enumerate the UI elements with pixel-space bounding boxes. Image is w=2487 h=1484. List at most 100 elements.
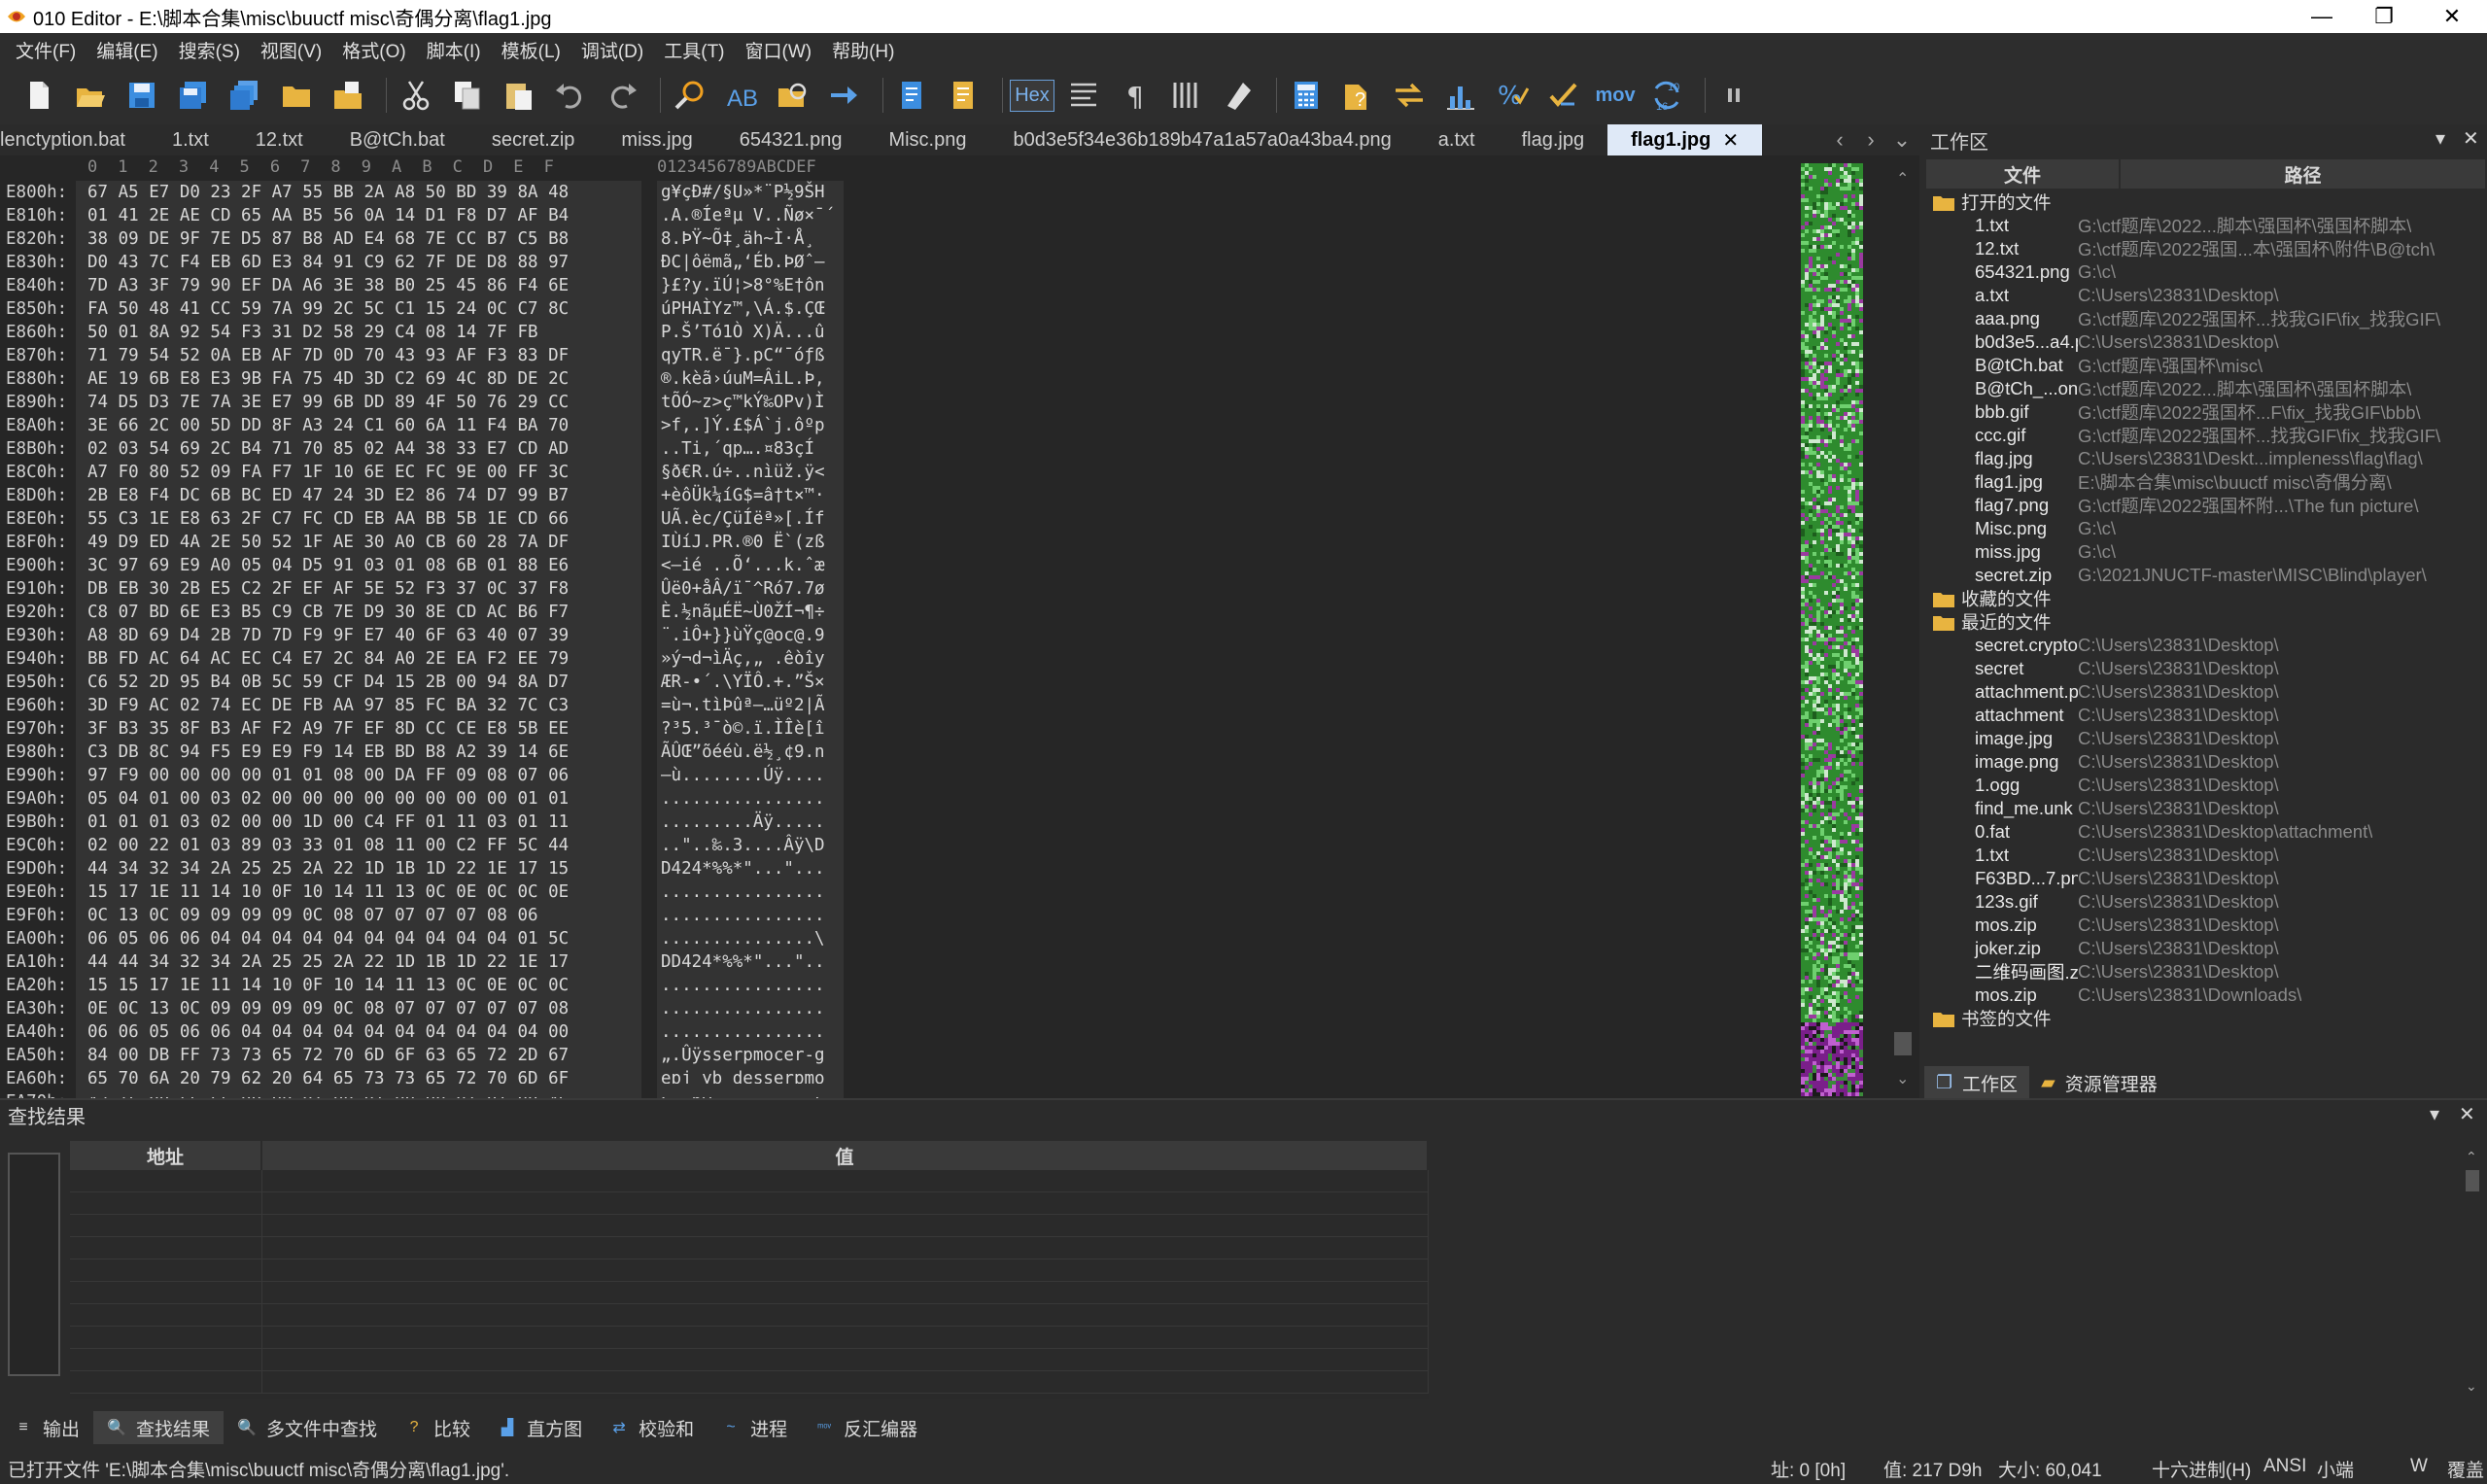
tree-file-item[interactable]: a.txt C:\Users\23831\Desktop\ — [1924, 284, 2487, 307]
hex-row[interactable]: EA20h: 15 15 17 1E 11 14 10 0F 10 14 11 1… — [0, 974, 844, 997]
menu-edit[interactable]: 编辑(E) — [88, 37, 170, 63]
row-bytes[interactable]: C8 07 BD 6E E3 B5 C9 CB 7E D9 30 8E CD A… — [76, 601, 641, 624]
menu-view[interactable]: 视图(V) — [253, 37, 334, 63]
row-bytes[interactable]: D0 43 7C F4 EB 6D E3 84 91 C9 62 7F DE D… — [76, 251, 641, 274]
row-text[interactable]: UÃ.èc/ÇüÍëª»[.Íf — [657, 507, 844, 531]
find-result-row[interactable] — [70, 1371, 1429, 1394]
row-text[interactable]: ................ — [657, 787, 844, 811]
row-bytes[interactable]: 05 04 01 00 03 02 00 00 00 00 00 00 00 0… — [76, 787, 641, 811]
tab-explorer[interactable]: ▰ 资源管理器 — [2029, 1066, 2169, 1099]
hex-row[interactable]: E910h: DB EB 30 2B E5 C2 2F EF AF 5E 52 F… — [0, 577, 844, 601]
tree-file-item[interactable]: 1.txt C:\Users\23831\Desktop\ — [1924, 844, 2487, 867]
hex-row[interactable]: E9D0h: 44 34 32 34 2A 25 25 2A 22 1D 1B 1… — [0, 857, 844, 880]
tree-file-item[interactable]: b0d3e5...a4.pngC:\Users\23831\Desktop\ — [1924, 330, 2487, 354]
tree-file-item[interactable]: find_me.unk C:\Users\23831\Desktop\ — [1924, 797, 2487, 820]
find-result-row[interactable] — [70, 1282, 1429, 1304]
row-bytes[interactable]: 01 41 2E AE CD 65 AA B5 56 0A 14 D1 F8 D… — [76, 204, 641, 227]
row-text[interactable]: tÕÓ~z>ç™kÝ‰OPv)Ì — [657, 391, 844, 414]
open-file-icon[interactable] — [69, 74, 112, 117]
tree-file-item[interactable]: miss.jpg G:\c\ — [1924, 540, 2487, 564]
row-bytes[interactable]: 7D A3 3F 79 90 EF DA A6 3E 38 B0 25 45 8… — [76, 274, 641, 297]
convert-icon[interactable] — [1542, 74, 1585, 117]
help-icon[interactable]: ? — [1336, 74, 1379, 117]
row-bytes[interactable]: 06 06 05 06 06 04 04 04 04 04 04 04 04 0… — [76, 1020, 641, 1044]
find-result-row[interactable] — [70, 1215, 1429, 1237]
editor-vertical-scrollbar[interactable]: ⌃ ⌄ — [1892, 165, 1914, 1096]
tree-file-item[interactable]: joker.zip C:\Users\23831\Desktop\ — [1924, 937, 2487, 960]
replace-icon[interactable]: AB — [720, 74, 763, 117]
row-text[interactable]: ..Ti,´qp….¤83çÍ­ — [657, 437, 844, 461]
row-text[interactable]: ................ — [657, 1020, 844, 1044]
row-text[interactable]: =ù¬.tìÞûª—…üº2|Ã — [657, 694, 844, 717]
tree-file-item[interactable]: secret.crypto C:\Users\23831\Desktop\ — [1924, 634, 2487, 657]
hex-row[interactable]: E930h: A8 8D 69 D4 2B 7D 7D F9 9F E7 40 6… — [0, 624, 844, 647]
row-bytes[interactable]: 50 01 8A 92 54 F3 31 D2 58 29 C4 08 14 7… — [76, 321, 641, 344]
row-text[interactable]: DD424*%%*"...".. — [657, 950, 844, 974]
row-bytes[interactable]: DB EB 30 2B E5 C2 2F EF AF 5E 52 F3 37 0… — [76, 577, 641, 601]
column-value[interactable]: 值 — [262, 1141, 1429, 1170]
row-bytes[interactable]: 02 03 54 69 2C B4 71 70 85 02 A4 38 33 E… — [76, 437, 641, 461]
column-file[interactable]: 文件 — [1926, 159, 2121, 189]
row-text[interactable]: .........Äÿ..... — [657, 811, 844, 834]
tree-file-item[interactable]: flag7.png G:\ctf题库\2022强国杯附...\The fun pi… — [1924, 494, 2487, 517]
row-bytes[interactable]: 06 05 06 06 04 04 04 04 04 04 04 04 04 0… — [76, 927, 641, 950]
row-text[interactable]: .A.®Íeªµ V..Ñø×¯´ — [657, 204, 844, 227]
tree-file-item[interactable]: B@tCh.bat G:\ctf题库\强国杯\misc\ — [1924, 354, 2487, 377]
row-text[interactable]: ................ — [657, 974, 844, 997]
row-text[interactable]: §ð€R.ú÷..nìüž.ÿ< — [657, 461, 844, 484]
tree-file-item[interactable]: secret.zip G:\2021JNUCTF-master\MISC\Blin… — [1924, 564, 2487, 587]
menu-window[interactable]: 窗口(W) — [738, 37, 825, 63]
hex-row[interactable]: EA50h: 84 00 DB FF 73 73 65 72 70 6D 6F 6… — [0, 1044, 844, 1067]
tab-disassembler[interactable]: ᵐᵒᵛ 反汇编器 — [801, 1411, 931, 1444]
tab-b0d3e5-png[interactable]: b0d3e5f34e36b189b47a1a57a0a43ba4.png — [989, 124, 1414, 155]
tree-file-item[interactable]: 654321.png G:\c\ — [1924, 260, 2487, 284]
row-bytes[interactable]: 3C 97 69 E9 A0 05 04 D5 91 03 01 08 6B 0… — [76, 554, 641, 577]
panel-close-icon[interactable]: ✕ — [2459, 1102, 2475, 1126]
hex-row[interactable]: E8E0h: 55 C3 1E E8 63 2F C7 FC CD EB AA B… — [0, 507, 844, 531]
menu-file[interactable]: 文件(F) — [8, 37, 88, 63]
row-text[interactable]: Ûë0+åÂ/ï¯^Ró7.7ø — [657, 577, 844, 601]
row-text[interactable]: <—ié ..Õ‘...k.ˆæ — [657, 554, 844, 577]
undo-icon[interactable] — [549, 74, 592, 117]
row-text[interactable]: >f,.]Ý.£$Á`j.ôºp — [657, 414, 844, 437]
calculator-icon[interactable] — [1285, 74, 1328, 117]
tab-a-txt[interactable]: a.txt — [1415, 124, 1499, 155]
row-text[interactable]: ®.kèã›úuM=ÂiL.Þ, — [657, 367, 844, 391]
find-result-row[interactable] — [70, 1304, 1429, 1327]
hex-row[interactable]: E850h: FA 50 48 41 CC 59 7A 99 2C 5C C1 1… — [0, 297, 844, 321]
row-text[interactable]: ................ — [657, 880, 844, 904]
tab-compare[interactable]: ? 比较 — [391, 1411, 484, 1444]
row-bytes[interactable]: BB FD AC 64 AC EC C4 E7 2C 84 A0 2E EA F… — [76, 647, 641, 671]
highlight-icon[interactable] — [1217, 74, 1260, 117]
row-bytes[interactable]: C3 DB 8C 94 F5 E9 E9 F9 14 EB BD B8 A2 3… — [76, 741, 641, 764]
tree-file-item[interactable]: 0.fat C:\Users\23831\Desktop\attachment\ — [1924, 820, 2487, 844]
row-text[interactable]: 8.ÞŸ~Õ‡¸­äh~Ì·Å¸ — [657, 227, 844, 251]
row-bytes[interactable]: 97 F9 00 00 00 00 01 01 08 00 DA FF 09 0… — [76, 764, 641, 787]
row-bytes[interactable]: A8 8D 69 D4 2B 7D 7D F9 9F E7 40 6F 63 4… — [76, 624, 641, 647]
tree-file-item[interactable]: aaa.png G:\ctf题库\2022强国杯...找我GIF\fix_找我GI… — [1924, 307, 2487, 330]
status-value[interactable]: 值: 217 D9h — [1883, 1456, 1982, 1482]
hex-row[interactable]: E9B0h: 01 01 01 03 02 00 00 1D 00 C4 FF 0… — [0, 811, 844, 834]
row-bytes[interactable]: 3E 66 2C 00 5D DD 8F A3 24 C1 60 6A 11 F… — [76, 414, 641, 437]
hex-row[interactable]: E8B0h: 02 03 54 69 2C B4 71 70 85 02 A4 3… — [0, 437, 844, 461]
tree-file-item[interactable]: ccc.gif G:\ctf题库\2022强国杯...找我GIF\fix_找我GI… — [1924, 424, 2487, 447]
hex-mode-icon[interactable]: Hex — [1010, 74, 1054, 117]
row-text[interactable]: P.Š’Tó1Ò X)Ä...û — [657, 321, 844, 344]
minimize-button[interactable]: — — [2288, 0, 2356, 33]
tab-output[interactable]: ≡ 输出 — [0, 1411, 93, 1444]
tab-secret-zip[interactable]: secret.zip — [468, 124, 599, 155]
menu-format[interactable]: 格式(O) — [334, 37, 418, 63]
text-horizontal-scrollbar[interactable] — [657, 1084, 844, 1097]
open-workspace-icon[interactable] — [327, 74, 369, 117]
goto-icon[interactable] — [823, 74, 866, 117]
tab-misc-png[interactable]: Misc.png — [865, 124, 989, 155]
row-text[interactable]: ...............\ — [657, 927, 844, 950]
row-text[interactable]: —ù........Úÿ.... — [657, 764, 844, 787]
hex-row[interactable]: E8C0h: A7 F0 80 52 09 FA F7 1F 10 6E EC F… — [0, 461, 844, 484]
tab-list-icon[interactable]: ⌄ — [1887, 124, 1917, 155]
hex-row[interactable]: E970h: 3F B3 35 8F B3 AF F2 A9 7F EF 8D C… — [0, 717, 844, 741]
find-result-row[interactable] — [70, 1327, 1429, 1349]
tab-find-results[interactable]: 🔍 查找结果 — [93, 1411, 225, 1444]
tab-checksum[interactable]: ⇄ 校验和 — [596, 1411, 708, 1444]
tree-group-open[interactable]: 打开的文件 — [1924, 190, 2487, 214]
